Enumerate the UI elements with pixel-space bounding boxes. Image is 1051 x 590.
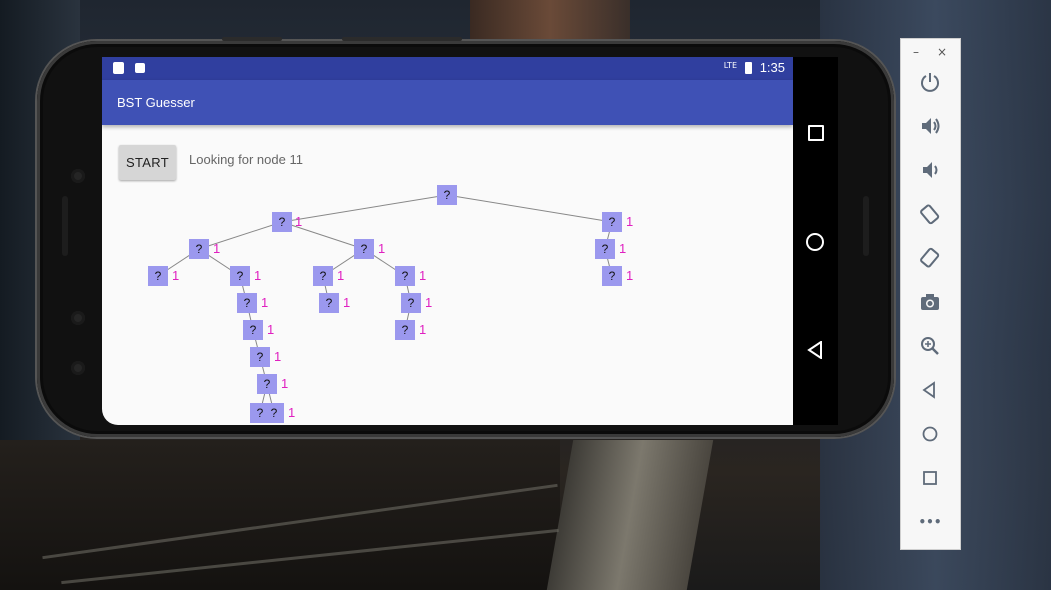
tree-node[interactable]: ? [148, 266, 168, 286]
node-count: 1 [419, 322, 427, 337]
rotate-left-icon[interactable] [915, 199, 945, 229]
volume-up-icon[interactable] [915, 111, 945, 141]
node-count: 1 [295, 214, 303, 229]
power-icon[interactable] [915, 67, 945, 97]
tree-node[interactable]: ? [313, 266, 333, 286]
tree-node[interactable]: ? [230, 266, 250, 286]
tree-node[interactable]: ? [602, 266, 622, 286]
home-icon[interactable] [806, 233, 824, 251]
phone-screen: LTE 1:35 BST Guesser START Looking for n… [102, 57, 793, 425]
tree-node[interactable]: ? [437, 185, 457, 205]
more-icon[interactable]: ••• [915, 507, 945, 537]
node-count: 1 [172, 268, 180, 283]
node-count: 1 [626, 268, 634, 283]
node-count: 1 [425, 295, 433, 310]
tree-node[interactable]: ? [354, 239, 374, 259]
tree-node[interactable]: ? [395, 320, 415, 340]
node-count: 1 [626, 214, 634, 229]
tree-node[interactable]: ? [189, 239, 209, 259]
tree-node[interactable]: ? [250, 347, 270, 367]
node-count: 1 [213, 241, 221, 256]
overview-icon[interactable] [808, 125, 824, 141]
emulator-toolbar: – × ••• [900, 38, 961, 550]
volume-down-icon[interactable] [915, 155, 945, 185]
node-count: 1 [343, 295, 351, 310]
tree-node[interactable]: ? [257, 374, 277, 394]
node-count: 1 [254, 268, 262, 283]
more-label: ••• [918, 515, 942, 529]
node-count: 1 [619, 241, 627, 256]
node-count: 1 [274, 349, 282, 364]
node-count: 1 [281, 376, 289, 391]
back-icon[interactable] [807, 341, 823, 359]
overview-icon[interactable] [915, 463, 945, 493]
tree-node[interactable]: ? [395, 266, 415, 286]
bst-tree: ? ? 1 ? 1 ? 1 ? 1 ? 1 ? 1 ? 1 ? 1 ? 1 ? … [102, 57, 793, 425]
tree-node[interactable]: ? [319, 293, 339, 313]
node-count: 1 [419, 268, 427, 283]
tree-node[interactable]: ? [272, 212, 292, 232]
tree-node[interactable]: ? [264, 403, 284, 423]
node-count: 1 [261, 295, 269, 310]
tree-node[interactable]: ? [602, 212, 622, 232]
tree-node[interactable]: ? [243, 320, 263, 340]
tree-node[interactable]: ? [237, 293, 257, 313]
minimize-button[interactable]: – [913, 45, 919, 59]
zoom-icon[interactable] [915, 331, 945, 361]
node-count: 1 [378, 241, 386, 256]
node-count: 1 [337, 268, 345, 283]
rotate-right-icon[interactable] [915, 243, 945, 273]
camera-icon[interactable] [915, 287, 945, 317]
close-button[interactable]: × [937, 45, 947, 59]
node-count: 1 [267, 322, 275, 337]
back-icon[interactable] [915, 375, 945, 405]
tree-node[interactable]: ? [401, 293, 421, 313]
tree-node[interactable]: ? [595, 239, 615, 259]
home-icon[interactable] [915, 419, 945, 449]
node-count: 1 [288, 405, 296, 420]
